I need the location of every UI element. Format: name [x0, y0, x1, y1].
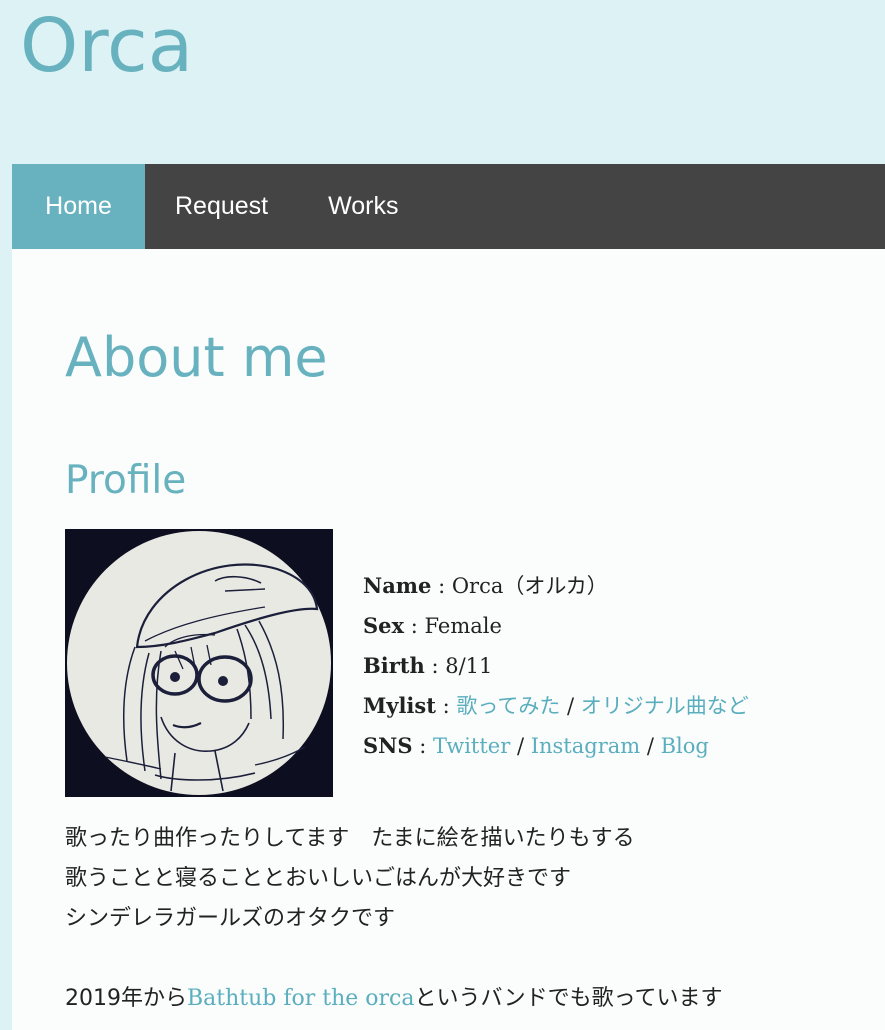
main-content: About me Profile Name: Orca（オルカ） Sex: … [12, 249, 885, 1030]
main-navigation: Home Request Works [12, 164, 885, 249]
nav-item-request[interactable]: Request [145, 164, 298, 249]
birth-separator: : [424, 654, 446, 678]
link-separator: / [510, 734, 531, 758]
mylist-link-utattemita[interactable]: 歌ってみた [456, 694, 560, 718]
sex-separator: : [404, 614, 425, 638]
name-value: Orca（オルカ） [451, 574, 608, 598]
page-heading: About me [65, 326, 328, 389]
nav-item-works[interactable]: Works [298, 164, 428, 249]
profile-row-birth: Birth : 8/11 [363, 646, 749, 686]
profile-heading: Profile [65, 458, 187, 503]
bio-spacer [65, 939, 723, 979]
avatar-illustration-icon [65, 529, 333, 797]
mylist-link-original[interactable]: オリジナル曲など [581, 694, 749, 718]
profile-row-mylist: Mylist : 歌ってみた / オリジナル曲など [363, 686, 749, 726]
link-separator: / [640, 734, 661, 758]
profile-row-sex: Sex : Female [363, 606, 749, 646]
bio-line-band: 2019年からBathtub for the orcaというバンドでも歌っていま… [65, 979, 723, 1019]
profile-row-name: Name : Orca（オルカ） [363, 566, 749, 606]
sns-separator: : [412, 734, 433, 758]
band-suffix: というバンドでも歌っています [414, 986, 723, 1011]
birth-value: 8/11 [445, 654, 493, 678]
band-link[interactable]: Bathtub for the orca [187, 986, 415, 1011]
sns-link-twitter[interactable]: Twitter [433, 734, 510, 758]
profile-details: Name : Orca（オルカ） Sex : Female Birth : 8/… [363, 566, 749, 766]
bio-line: シンデレラガールズのオタクです [65, 906, 396, 931]
sns-label: SNS [363, 733, 413, 758]
sns-link-blog[interactable]: Blog [661, 734, 709, 758]
sex-label: Sex [363, 613, 405, 638]
profile-row-sns: SNS : Twitter / Instagram / Blog [363, 726, 749, 766]
name-separator: : [431, 574, 452, 598]
bio-line: 歌うことと寝ることとおいしいごはんが大好きです [65, 866, 572, 891]
name-label: Name [363, 573, 432, 598]
birth-label: Birth [363, 653, 425, 678]
sns-link-instagram[interactable]: Instagram [531, 734, 640, 758]
bio-text: 歌ったり曲作ったりしてます たまに絵を描いたりもする 歌うことと寝ることとおいし… [65, 819, 723, 1019]
bio-line: 歌ったり曲作ったりしてます たまに絵を描いたりもする [65, 826, 635, 851]
site-title[interactable]: Orca [20, 5, 193, 87]
nav-item-home[interactable]: Home [12, 164, 145, 249]
band-prefix: 2019年から [65, 986, 187, 1011]
mylist-label: Mylist [363, 693, 436, 718]
mylist-separator: : [435, 694, 457, 718]
avatar [65, 529, 333, 797]
sex-value: Female [424, 614, 502, 638]
link-separator: / [560, 694, 581, 718]
